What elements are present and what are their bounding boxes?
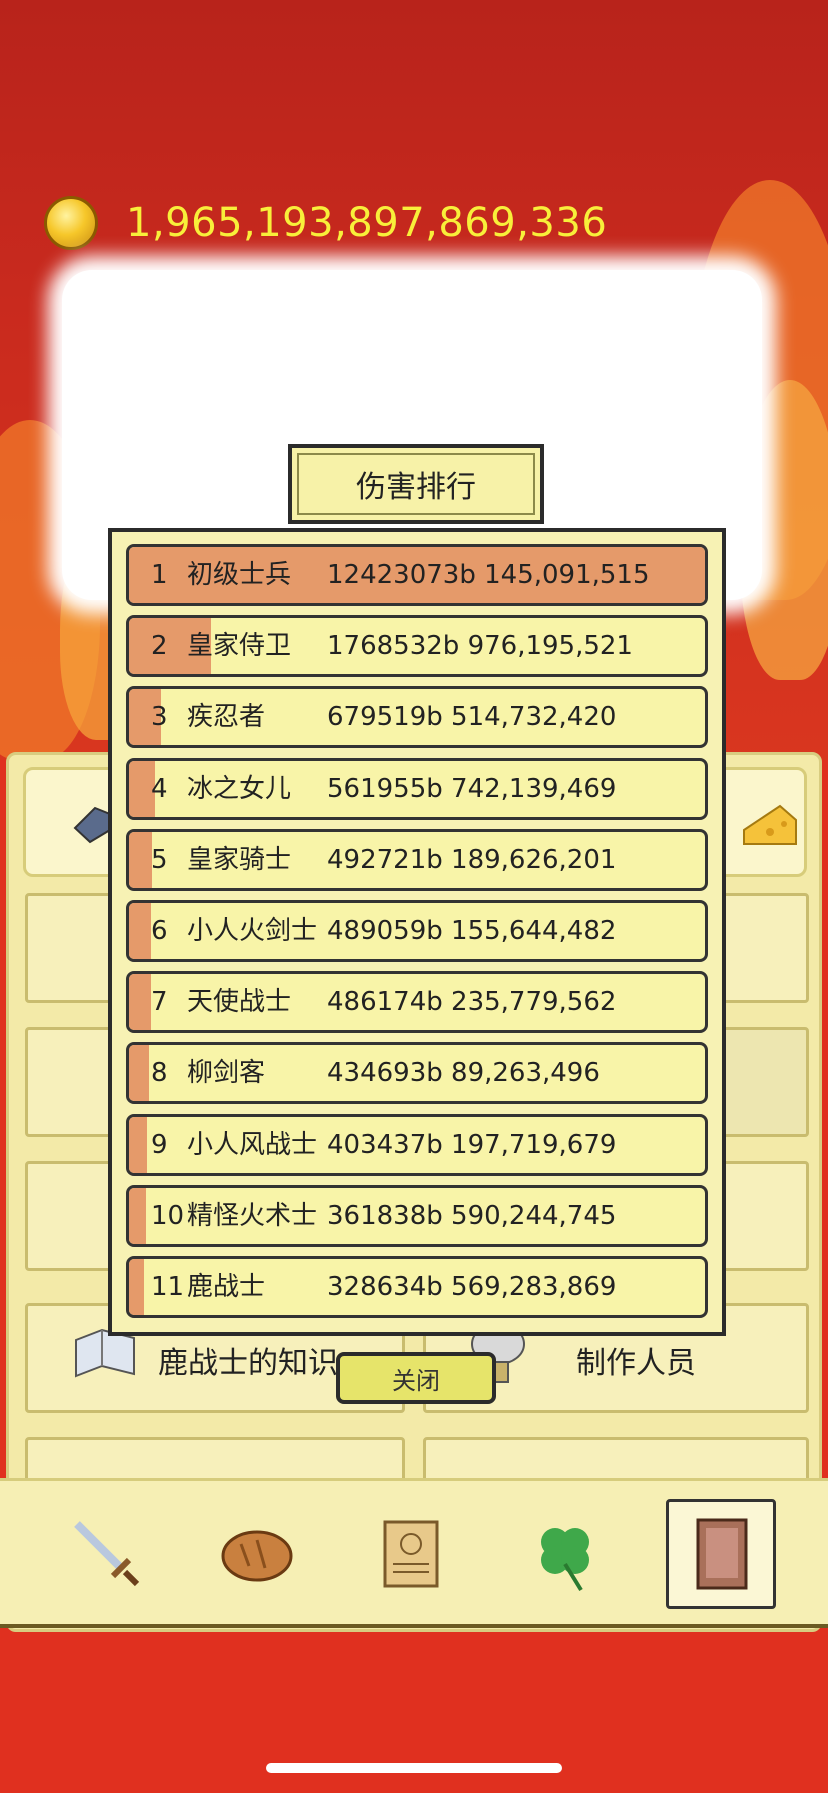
clover-icon — [541, 1528, 589, 1592]
damage-bar — [129, 903, 152, 959]
unit-name: 皇家侍卫 — [187, 631, 292, 662]
nav-sword[interactable] — [52, 1499, 162, 1609]
damage-value: 492721b 189,626,201 — [327, 844, 617, 875]
gold-display: 1,965,193,897,869,336 — [44, 196, 607, 250]
unit-name: 天使战士 — [187, 987, 292, 1018]
rank-number: 2 — [151, 631, 168, 662]
unit-name: 皇家骑士 — [187, 844, 292, 875]
nav-scroll[interactable] — [356, 1499, 466, 1609]
damage-value: 1768532b 976,195,521 — [327, 631, 633, 662]
home-indicator — [266, 1763, 562, 1773]
damage-bar — [129, 1187, 146, 1244]
damage-value: 328634b 569,283,869 — [327, 1272, 617, 1302]
ranking-row: 2 皇家侍卫 1768532b 976,195,521 — [126, 615, 708, 678]
ranking-row: 9 小人风战士 403437b 197,719,679 — [126, 1113, 708, 1176]
rank-number: 1 — [151, 560, 168, 590]
rank-number: 7 — [151, 987, 168, 1018]
bread-icon — [221, 1530, 293, 1582]
ranking-row: 6 小人火剑士 489059b 155,644,482 — [126, 900, 708, 962]
damage-value: 361838b 590,244,745 — [327, 1200, 617, 1231]
ranking-row: 4 冰之女儿 561955b 742,139,469 — [126, 757, 708, 820]
ranking-row: 10 精怪火术士 361838b 590,244,745 — [126, 1184, 708, 1247]
nav-clover[interactable] — [510, 1499, 620, 1609]
unit-name: 冰之女儿 — [187, 773, 292, 804]
rank-number: 4 — [151, 773, 168, 804]
nav-book[interactable] — [666, 1499, 776, 1609]
modal-title: 伤害排行 — [288, 444, 544, 524]
unit-name: 初级士兵 — [187, 560, 292, 590]
rank-number: 11 — [151, 1272, 185, 1302]
scroll-icon — [383, 1520, 439, 1588]
modal-title-text: 伤害排行 — [356, 470, 476, 505]
book-icon — [696, 1518, 748, 1590]
damage-value: 434693b 89,263,496 — [327, 1058, 600, 1089]
credits-label: 制作人员 — [576, 1346, 696, 1381]
ranking-row: 1 初级士兵 12423073b 145,091,515 — [126, 544, 708, 606]
damage-bar — [129, 1045, 150, 1102]
rank-number: 3 — [151, 702, 168, 733]
rank-number: 8 — [151, 1058, 168, 1089]
unit-name: 鹿战士 — [187, 1272, 266, 1302]
nav-bread[interactable] — [202, 1499, 312, 1609]
rank-number: 5 — [151, 844, 168, 875]
gold-amount: 1,965,193,897,869,336 — [126, 200, 608, 246]
damage-value: 486174b 235,779,562 — [327, 987, 617, 1018]
damage-value: 403437b 197,719,679 — [327, 1129, 617, 1160]
rank-number: 10 — [151, 1200, 185, 1231]
close-button[interactable]: 关闭 — [336, 1352, 496, 1404]
unit-name: 小人风战士 — [187, 1129, 318, 1160]
ranking-row: 3 疾忍者 679519b 514,732,420 — [126, 686, 708, 749]
unit-name: 小人火剑士 — [187, 916, 318, 946]
damage-value: 489059b 155,644,482 — [327, 916, 617, 946]
rank-number: 6 — [151, 916, 168, 946]
damage-ranking-modal: 1 初级士兵 12423073b 145,091,515 2 皇家侍卫 1768532b … — [108, 528, 726, 1336]
ranking-row: 7 天使战士 486174b 235,779,562 — [126, 971, 708, 1034]
ranking-row: 5 皇家骑士 492721b 189,626,201 — [126, 828, 708, 891]
sword-icon — [74, 1521, 140, 1587]
bottom-nav — [0, 1478, 828, 1628]
damage-value: 679519b 514,732,420 — [327, 702, 617, 733]
ranking-row: 11 鹿战士 328634b 569,283,869 — [126, 1256, 708, 1318]
damage-bar — [129, 974, 152, 1031]
rank-number: 9 — [151, 1129, 168, 1160]
damage-bar — [129, 1116, 148, 1173]
unit-name: 精怪火术士 — [187, 1200, 318, 1231]
cheese-icon — [743, 804, 797, 845]
damage-value: 561955b 742,139,469 — [327, 773, 617, 804]
unit-name: 柳剑客 — [187, 1058, 266, 1089]
gold-coin-icon — [44, 196, 98, 250]
damage-value: 12423073b 145,091,515 — [327, 560, 650, 590]
damage-bar — [129, 1259, 144, 1315]
ranking-row: 8 柳剑客 434693b 89,263,496 — [126, 1042, 708, 1105]
unit-name: 疾忍者 — [187, 702, 266, 733]
damage-bar — [129, 831, 153, 888]
knowledge-label: 鹿战士的知识 — [158, 1346, 338, 1381]
